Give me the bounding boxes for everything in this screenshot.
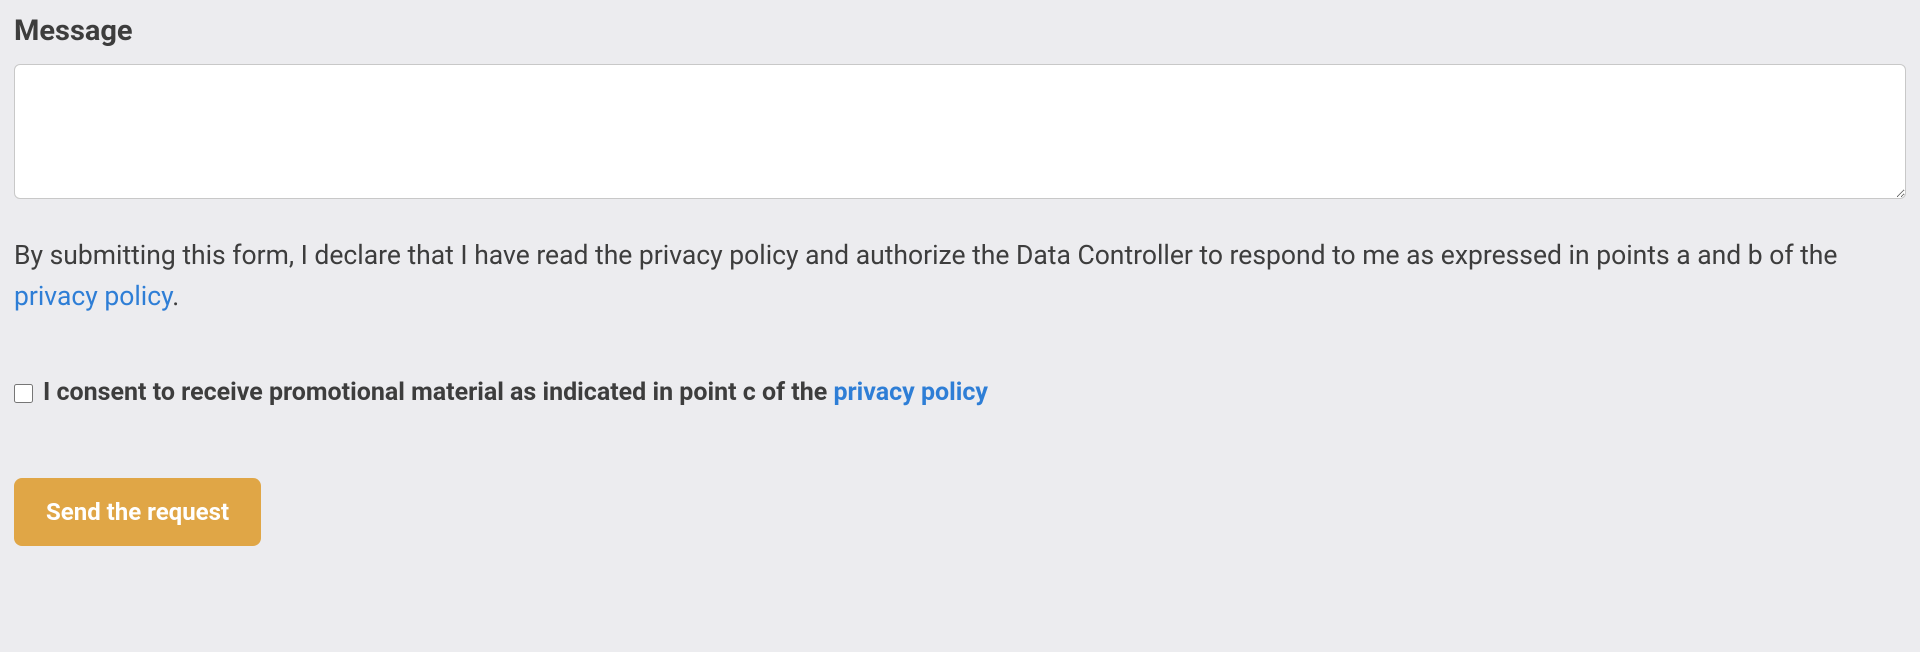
consent-row: I consent to receive promotional materia… bbox=[14, 377, 1906, 410]
message-textarea[interactable] bbox=[14, 64, 1906, 199]
privacy-statement: By submitting this form, I declare that … bbox=[14, 235, 1906, 317]
consent-checkbox[interactable] bbox=[14, 384, 33, 403]
privacy-statement-suffix: . bbox=[172, 281, 179, 312]
message-label: Message bbox=[14, 14, 1906, 48]
consent-privacy-policy-link[interactable]: privacy policy bbox=[833, 378, 988, 407]
submit-button[interactable]: Send the request bbox=[14, 478, 261, 546]
consent-label: I consent to receive promotional materia… bbox=[43, 377, 988, 410]
consent-label-text: I consent to receive promotional materia… bbox=[43, 378, 833, 407]
privacy-statement-text: By submitting this form, I declare that … bbox=[14, 240, 1837, 271]
privacy-policy-link[interactable]: privacy policy bbox=[14, 281, 172, 312]
